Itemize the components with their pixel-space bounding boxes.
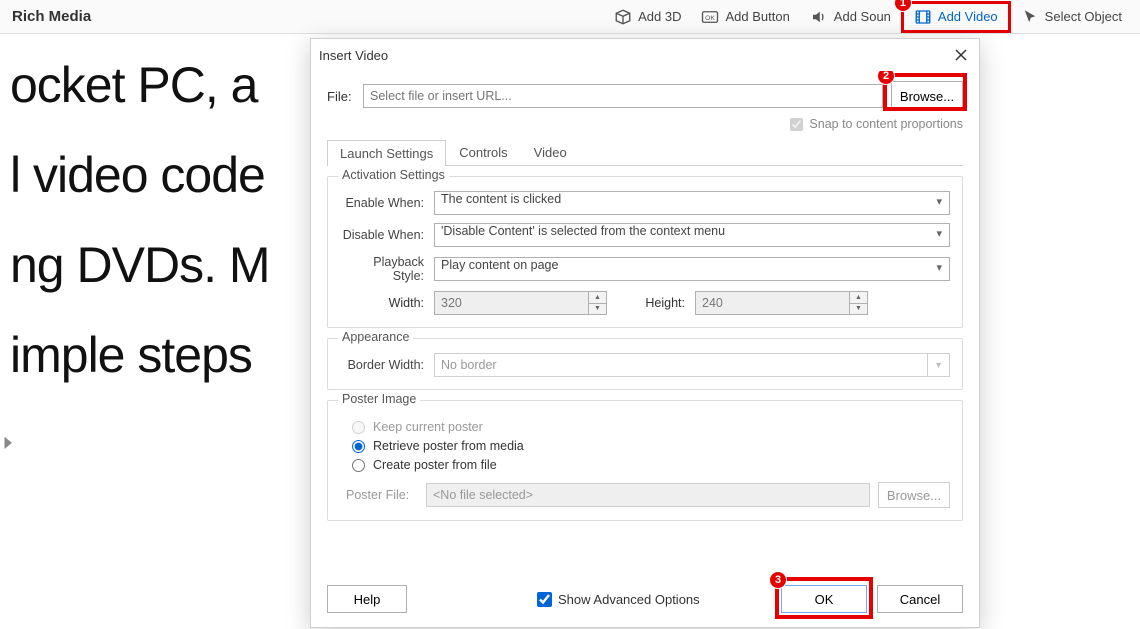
enable-when-select[interactable]: The content is clicked [434, 191, 950, 215]
tab-controls[interactable]: Controls [446, 139, 520, 165]
file-label: File: [327, 89, 355, 104]
poster-retrieve-radio[interactable] [352, 440, 365, 453]
activation-settings-group: Activation Settings Enable When: The con… [327, 176, 963, 328]
tab-video[interactable]: Video [521, 139, 580, 165]
browse-button[interactable]: Browse... [891, 81, 963, 111]
poster-file-label: Poster File: [346, 488, 418, 502]
width-spinner: ▲▼ [589, 291, 607, 315]
insert-video-dialog: Insert Video File: Browse... 2 Snap to c… [310, 38, 980, 628]
close-button[interactable] [951, 45, 971, 65]
dialog-title: Insert Video [319, 48, 388, 63]
tab-launch-settings[interactable]: Launch Settings [327, 140, 446, 166]
help-button[interactable]: Help [327, 585, 407, 613]
rich-media-toolbar: Rich Media Add 3D OK Add Button Add Soun… [0, 0, 1140, 34]
toolbar-label: Add Button [725, 9, 789, 24]
toolbar-label: Select Object [1045, 9, 1122, 24]
height-spinner: ▲▼ [850, 291, 868, 315]
height-label: Height: [635, 296, 695, 310]
width-label: Width: [340, 296, 434, 310]
add-video-button[interactable]: 1 Add Video [901, 1, 1011, 33]
border-width-select: No border [434, 353, 928, 377]
group-legend: Activation Settings [338, 168, 449, 182]
add-button-button[interactable]: OK Add Button [691, 4, 799, 30]
appearance-group: Appearance Border Width: No border ▾ [327, 338, 963, 390]
poster-create-label[interactable]: Create poster from file [373, 458, 497, 472]
dialog-footer: Help Show Advanced Options OK 3 Cancel [311, 575, 979, 627]
show-advanced-checkbox[interactable] [537, 592, 552, 607]
group-legend: Poster Image [338, 392, 420, 406]
toolbar-label: Add Video [938, 9, 998, 24]
section-label: Rich Media [8, 8, 91, 25]
add-sound-button[interactable]: Add Soun [800, 4, 901, 30]
poster-create-radio[interactable] [352, 459, 365, 472]
poster-image-group: Poster Image Keep current poster Retriev… [327, 400, 963, 521]
border-width-label: Border Width: [340, 358, 434, 372]
close-icon [955, 49, 967, 61]
width-input [434, 291, 589, 315]
show-advanced-label: Show Advanced Options [558, 592, 700, 607]
poster-keep-label: Keep current poster [373, 420, 483, 434]
file-input[interactable] [363, 84, 883, 108]
cube-icon [614, 8, 632, 26]
chevron-down-icon: ▾ [928, 353, 950, 377]
snap-checkbox [790, 118, 803, 131]
poster-keep-radio [352, 421, 365, 434]
disable-when-select[interactable]: 'Disable Content' is selected from the c… [434, 223, 950, 247]
playback-style-select[interactable]: Play content on page [434, 257, 950, 281]
height-input [695, 291, 850, 315]
poster-browse-button: Browse... [878, 482, 950, 508]
cancel-button[interactable]: Cancel [877, 585, 963, 613]
toolbar-label: Add 3D [638, 9, 681, 24]
speaker-icon [810, 8, 828, 26]
film-icon [914, 8, 932, 26]
playback-style-label: Playback Style: [340, 255, 434, 283]
toolbar-label: Add Soun [834, 9, 891, 24]
ok-box-icon: OK [701, 8, 719, 26]
enable-when-label: Enable When: [340, 196, 434, 210]
add-3d-button[interactable]: Add 3D [604, 4, 691, 30]
cursor-icon [1021, 8, 1039, 26]
disable-when-label: Disable When: [340, 228, 434, 242]
tabs: Launch Settings Controls Video [327, 139, 963, 166]
callout-badge-1: 1 [894, 0, 912, 12]
collapse-handle[interactable]: ▶ [4, 432, 11, 452]
svg-text:OK: OK [706, 15, 716, 22]
poster-retrieve-label[interactable]: Retrieve poster from media [373, 439, 524, 453]
ok-button[interactable]: OK [781, 585, 867, 613]
snap-label: Snap to content proportions [809, 117, 963, 131]
group-legend: Appearance [338, 330, 413, 344]
dialog-titlebar: Insert Video [311, 39, 979, 71]
poster-file-input [426, 483, 870, 507]
select-object-button[interactable]: Select Object [1011, 4, 1132, 30]
